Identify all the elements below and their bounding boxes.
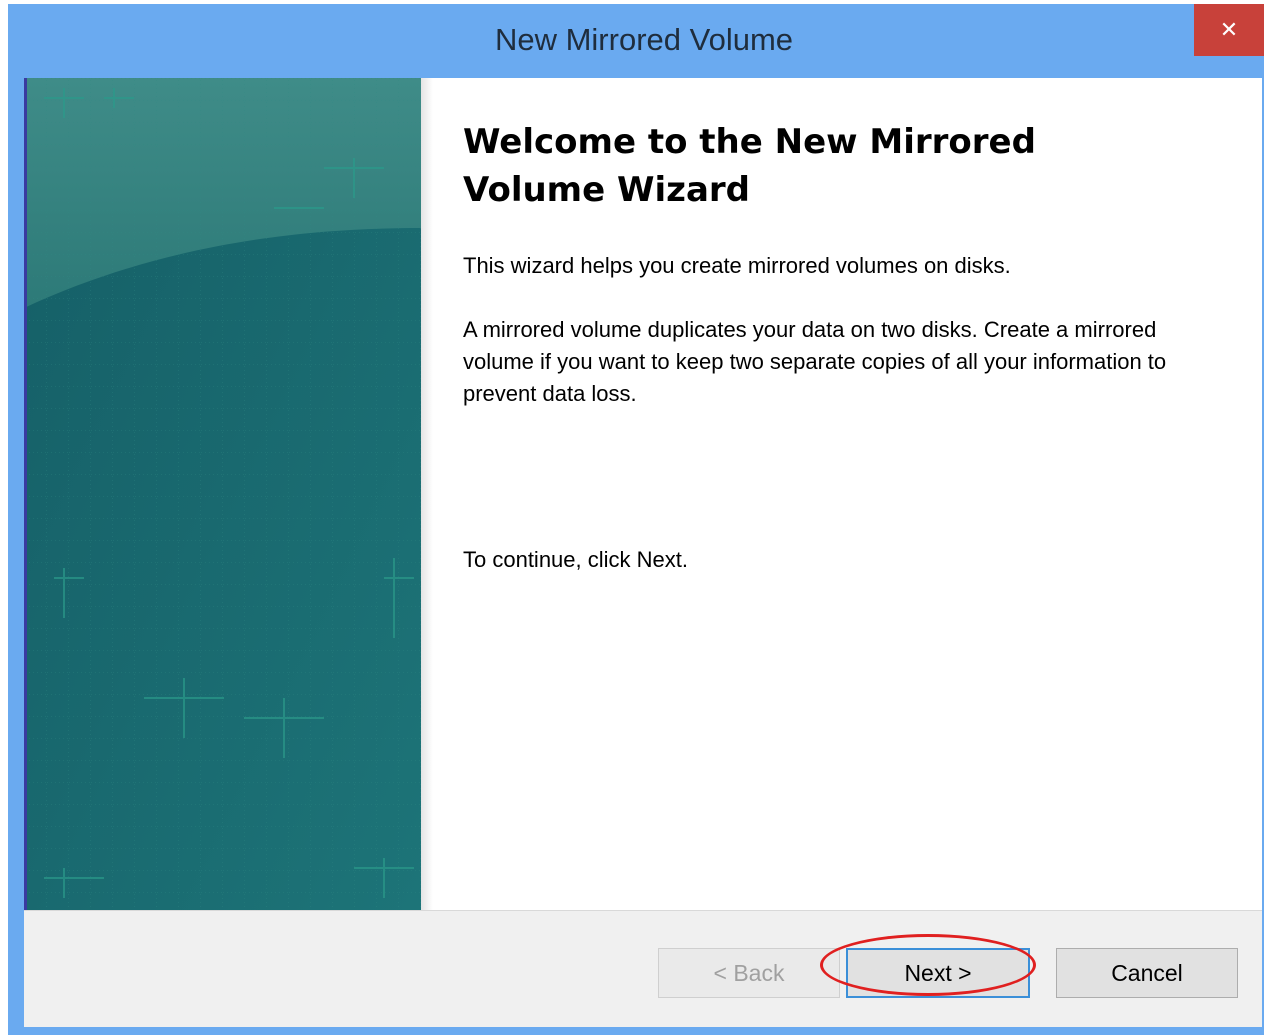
wizard-window: New Mirrored Volume ✕ Welcome to the New… [8, 4, 1264, 1035]
window-title: New Mirrored Volume [494, 22, 794, 57]
wizard-banner-image [24, 78, 421, 910]
wizard-instruction-text: To continue, click Next. [463, 547, 688, 572]
next-button[interactable]: Next > [846, 948, 1030, 998]
wizard-content: Welcome to the New Mirrored Volume Wizar… [421, 78, 1262, 910]
close-button[interactable]: ✕ [1194, 4, 1264, 56]
wizard-description-text: A mirrored volume duplicates your data o… [463, 317, 1167, 406]
cancel-button[interactable]: Cancel [1056, 948, 1238, 998]
back-button[interactable]: < Back [658, 948, 840, 998]
wizard-intro-text: This wizard helps you create mirrored vo… [463, 253, 1011, 278]
wizard-client-area: Welcome to the New Mirrored Volume Wizar… [24, 78, 1262, 1027]
close-icon: ✕ [1219, 17, 1239, 43]
banner-graphic [24, 78, 421, 910]
wizard-heading: Welcome to the New Mirrored Volume Wizar… [463, 122, 1036, 210]
title-bar[interactable]: New Mirrored Volume ✕ [8, 4, 1264, 78]
content-divider [421, 78, 433, 910]
